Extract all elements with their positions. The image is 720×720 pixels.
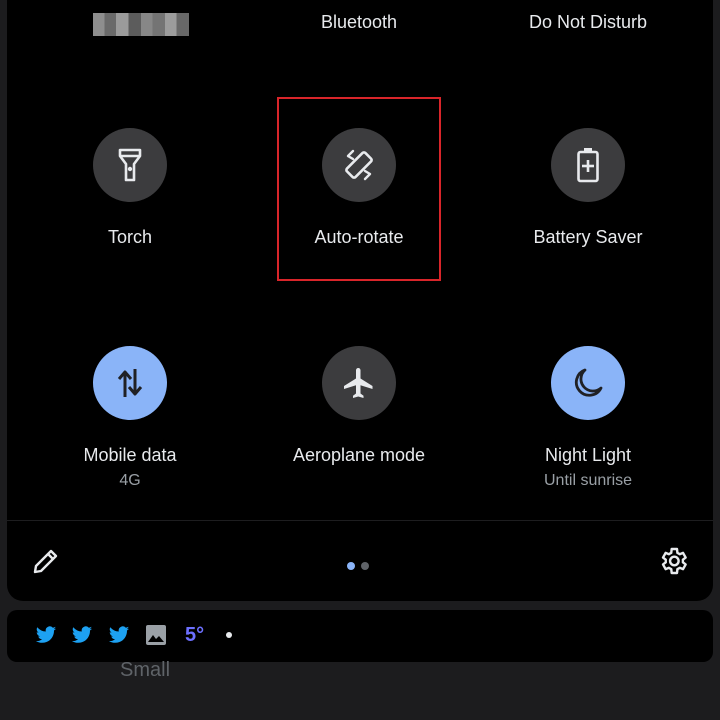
night-light-sublabel: Until sunrise	[543, 472, 633, 489]
edit-button[interactable]	[31, 546, 61, 581]
mobile-data-sublabel: 4G	[119, 472, 141, 489]
flashlight-icon	[118, 148, 142, 182]
notification-bar[interactable]	[7, 610, 713, 662]
moon-icon	[574, 368, 603, 397]
pencil-icon	[33, 549, 58, 574]
aeroplane-button[interactable]	[322, 346, 396, 420]
torch-label: Torch	[107, 227, 152, 247]
airplane-icon	[344, 368, 373, 398]
footer-divider	[7, 520, 713, 521]
torch-button[interactable]	[93, 128, 167, 202]
battery-saver-label: Battery Saver	[533, 227, 643, 247]
page-dot-active	[347, 562, 355, 570]
weather-temperature: 5°	[185, 624, 205, 646]
mobile-data-button[interactable]	[93, 346, 167, 420]
dnd-label[interactable]: Do Not Disturb	[507, 12, 669, 33]
redacted-wifi-name	[93, 13, 189, 36]
quick-settings-panel: Bluetooth Do Not Disturb Torch Auto-rota…	[7, 0, 713, 601]
twitter-icon	[108, 626, 130, 643]
tile-mobile-data[interactable]: Mobile data 4G	[30, 346, 230, 490]
overflow-dot	[226, 632, 232, 638]
page-indicator	[347, 557, 375, 575]
mobile-data-label: Mobile data	[83, 445, 177, 465]
aeroplane-label: Aeroplane mode	[292, 445, 426, 465]
night-light-label: Night Light	[544, 445, 632, 465]
tile-torch[interactable]: Torch	[30, 128, 230, 248]
battery-saver-button[interactable]	[551, 128, 625, 202]
image-icon	[146, 625, 166, 645]
tile-battery-saver[interactable]: Battery Saver	[488, 128, 688, 248]
tile-night-light[interactable]: Night Light Until sunrise	[488, 346, 688, 490]
page-dot	[361, 562, 369, 570]
battery-plus-icon	[577, 148, 599, 183]
night-light-button[interactable]	[551, 346, 625, 420]
data-arrows-icon	[117, 369, 143, 397]
tile-aeroplane[interactable]: Aeroplane mode	[259, 346, 459, 466]
twitter-icon	[71, 626, 93, 643]
twitter-icon	[35, 626, 57, 643]
overflow-text: Small	[120, 659, 171, 681]
settings-button[interactable]	[657, 545, 689, 582]
highlight-box	[277, 97, 441, 281]
gear-icon	[661, 547, 687, 575]
bluetooth-label[interactable]: Bluetooth	[297, 12, 421, 33]
